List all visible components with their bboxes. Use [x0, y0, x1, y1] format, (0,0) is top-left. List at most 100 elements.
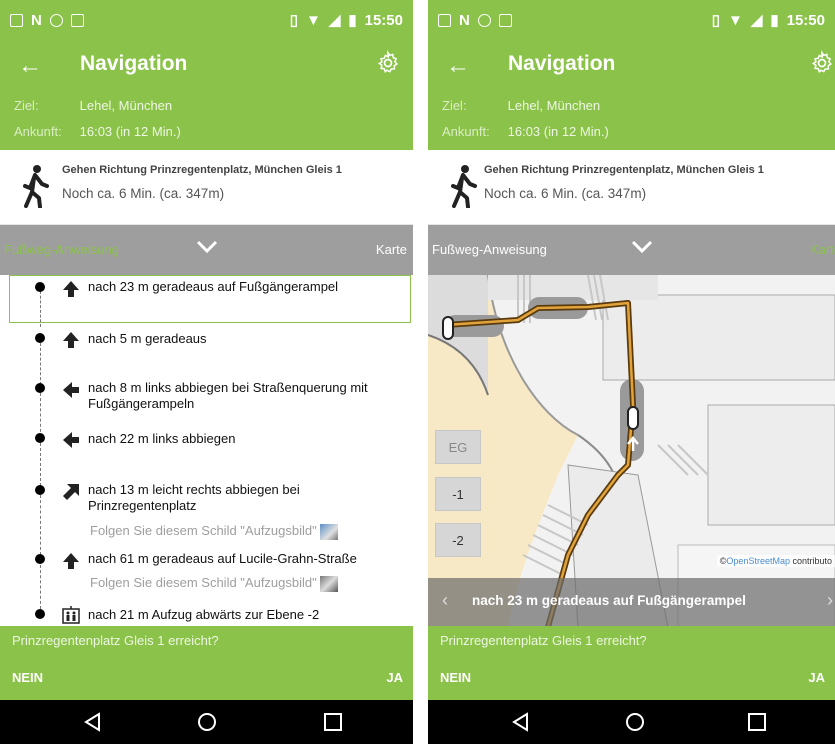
tab-map[interactable]: Karte [810, 242, 835, 257]
hint-text: Folgen Sie diesem Schild "Aufzugsbild" [90, 523, 317, 538]
chevron-down-icon[interactable] [628, 236, 656, 258]
walk-remaining: Noch ca. 6 Min. (ca. 347m) [484, 186, 647, 201]
osm-link[interactable]: OpenStreetMap [726, 556, 790, 566]
step-list: nach 23 m geradeaus auf Fußgängerampel n… [0, 275, 413, 627]
shield-icon [49, 13, 63, 27]
step-hint: Folgen Sie diesem Schild "Aufzugsbild" [90, 575, 338, 592]
step-text: nach 8 m links abbiegen bei Straßenqueru… [88, 380, 368, 411]
tab-map[interactable]: Karte [376, 242, 407, 257]
nav-back-icon[interactable] [82, 711, 104, 733]
pedestrian-icon [23, 165, 49, 208]
no-button[interactable]: NEIN [440, 670, 471, 685]
status-bar: N ▯ ▼ ◢ ▮ 15:50 [0, 0, 413, 40]
step-text: nach 21 m Aufzug abwärts zur Ebene -2 [88, 607, 320, 622]
step-text: nach 23 m geradeaus auf Fußgängerampel [88, 279, 339, 294]
arrival-row: Ankunft: 16:03 (in 12 Min.) [442, 124, 609, 139]
pedestrian-icon [451, 165, 477, 208]
battery-icon: ▮ [770, 12, 779, 29]
walk-remaining: Noch ca. 6 Min. (ca. 347m) [62, 186, 225, 201]
n-app-icon: N [459, 11, 470, 29]
nav-home-icon[interactable] [196, 711, 218, 733]
system-nav-bar [0, 700, 413, 744]
nav-home-icon[interactable] [624, 711, 646, 733]
n-app-icon: N [31, 11, 42, 29]
arrow-up-right-icon [63, 484, 79, 500]
timeline-connector [39, 443, 41, 491]
map-attribution: ©OpenStreetMap contributo [716, 555, 835, 567]
floor-button-minus1[interactable]: -1 [435, 477, 481, 511]
elevator-sign-image [319, 523, 338, 540]
destination-value: Lehel, München [507, 98, 601, 113]
no-button[interactable]: NEIN [12, 670, 43, 685]
attribution-suffix: contributo [789, 556, 832, 566]
next-step-chevron-icon[interactable]: › [827, 590, 833, 611]
app-bar: ← Navigation Ziel: Lehel, München Ankunf… [0, 40, 413, 150]
view-tabs: Fußweg-Anweisung Karte [0, 225, 413, 275]
arrival-confirm-bar: Prinzregentenplatz Gleis 1 erreicht? NEI… [428, 626, 835, 700]
nav-recents-icon[interactable] [322, 711, 344, 733]
arrival-label: Ankunft: [14, 124, 62, 139]
destination-label: Ziel: [442, 98, 467, 113]
yes-button[interactable]: JA [386, 670, 403, 685]
step-hint: Folgen Sie diesem Schild "Aufzugsbild" [90, 523, 338, 540]
gear-icon[interactable] [809, 50, 835, 76]
tab-directions[interactable]: Fußweg-Anweisung [432, 242, 547, 257]
chevron-down-icon[interactable] [193, 236, 221, 258]
walk-instruction: Gehen Richtung Prinzregentenplatz, Münch… [484, 164, 764, 176]
destination-label: Ziel: [14, 98, 39, 113]
arrow-up-icon [63, 332, 79, 348]
timeline-connector [39, 393, 41, 437]
step-text: nach 13 m leicht rechts abbiegen bei Pri… [88, 482, 300, 513]
nav-back-icon[interactable] [510, 711, 532, 733]
previous-step-chevron-icon[interactable]: ‹ [442, 590, 448, 611]
floor-button-eg[interactable]: EG [435, 430, 481, 464]
arrival-row: Ankunft: 16:03 (in 12 Min.) [14, 124, 181, 139]
current-step-banner: ‹ nach 23 m geradeaus auf Fußgängerampel… [428, 578, 835, 626]
tab-directions[interactable]: Fußweg-Anweisung [4, 242, 119, 257]
view-tabs: Fußweg-Anweisung Karte [428, 225, 835, 275]
map-canvas [428, 275, 835, 627]
arrival-label: Ankunft: [442, 124, 490, 139]
floor-button-minus2[interactable]: -2 [435, 523, 481, 557]
yes-button[interactable]: JA [808, 670, 825, 685]
elevator-icon [62, 606, 80, 624]
walk-instruction: Gehen Richtung Prinzregentenplatz, Münch… [62, 164, 342, 176]
phone-screen-list: N ▯ ▼ ◢ ▮ 15:50 ← Navigation Ziel: Lehel… [0, 0, 413, 744]
back-arrow-icon[interactable]: ← [18, 52, 42, 80]
vibrate-icon: ▯ [289, 12, 298, 29]
signal-icon: ◢ [328, 12, 341, 29]
destination-row: Ziel: Lehel, München [442, 98, 600, 113]
shield-icon [477, 13, 491, 27]
walk-card: Gehen Richtung Prinzregentenplatz, Münch… [0, 150, 413, 225]
gallery-icon [438, 13, 451, 27]
elevator-sign-image [319, 575, 338, 592]
signal-icon: ◢ [750, 12, 763, 29]
arrow-left-icon [63, 432, 79, 448]
step-dot [35, 485, 45, 495]
timeline-connector [39, 343, 41, 385]
gear-icon[interactable] [375, 50, 401, 76]
step-dot [35, 609, 45, 619]
step-text: nach 22 m links abbiegen [88, 431, 236, 446]
confirm-question: Prinzregentenplatz Gleis 1 erreicht? [440, 633, 647, 648]
hint-text: Folgen Sie diesem Schild "Aufzugsbild" [90, 575, 317, 590]
download-icon [498, 13, 512, 27]
destination-value: Lehel, München [79, 98, 173, 113]
vibrate-icon: ▯ [711, 12, 720, 29]
arrow-up-icon [63, 553, 79, 569]
notification-icons: N [10, 12, 84, 29]
download-icon [70, 13, 84, 27]
gallery-icon [10, 13, 23, 27]
step-dot [35, 333, 45, 343]
map-view[interactable]: EG -1 -2 ©OpenStreetMap contributo ‹ nac… [428, 275, 835, 627]
step-dot [35, 433, 45, 443]
status-time: 15:50 [786, 11, 825, 29]
notification-icons: N [438, 12, 512, 29]
step-dot [35, 554, 45, 564]
arrow-left-icon [63, 382, 79, 398]
timeline-connector [39, 495, 41, 555]
back-arrow-icon[interactable]: ← [446, 52, 470, 80]
system-nav-bar [428, 700, 835, 744]
nav-recents-icon[interactable] [746, 711, 768, 733]
status-time: 15:50 [364, 11, 403, 29]
